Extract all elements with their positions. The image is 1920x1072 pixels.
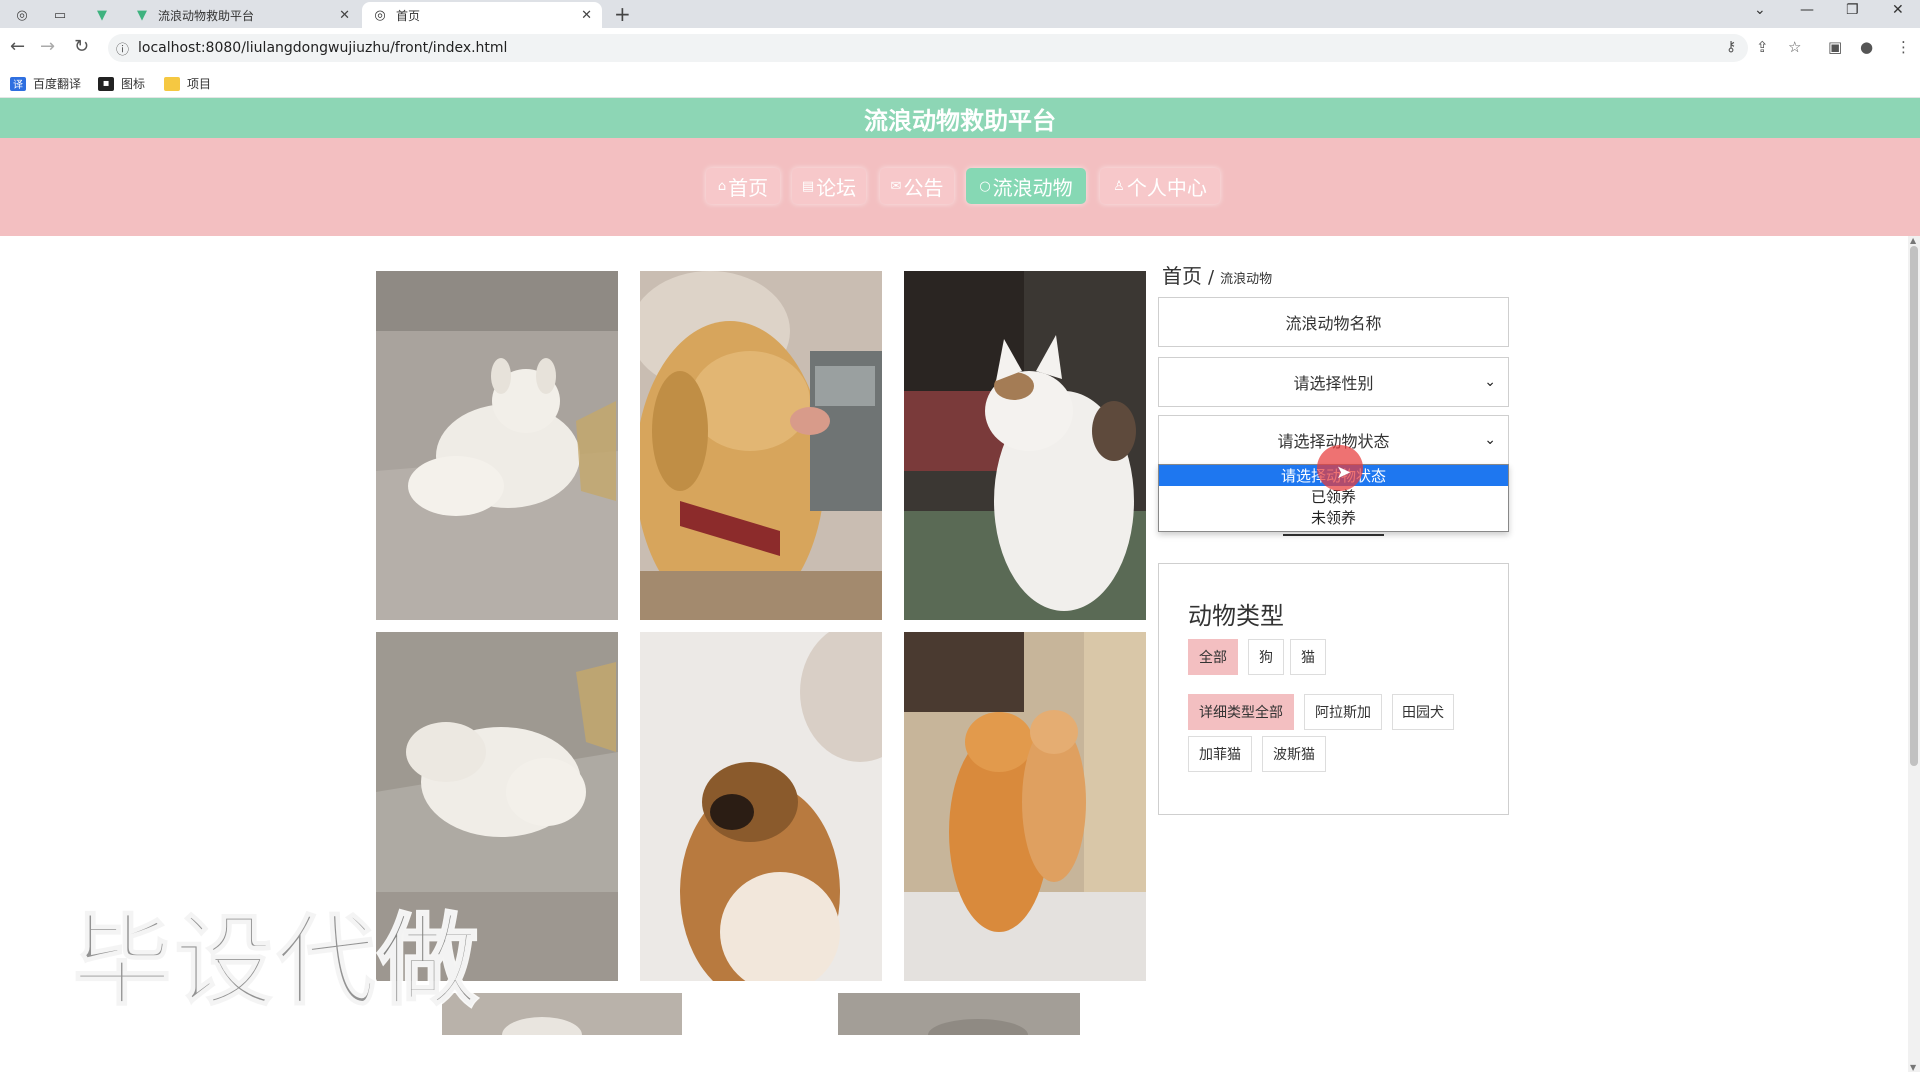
- animal-name-placeholder: 流浪动物名称: [1285, 314, 1382, 333]
- animal-photo-pekingese[interactable]: [640, 632, 882, 981]
- main-nav: ⌂ 首页 ▤ 论坛 ✉ 公告 ○ 流浪动物 ♙ 个人中心: [0, 138, 1920, 236]
- browser-tab-1[interactable]: ▼ 流浪动物救助平台 ✕: [124, 2, 360, 28]
- breadcrumb-current: 流浪动物: [1220, 272, 1273, 287]
- menu-icon[interactable]: ⋮: [1896, 38, 1911, 56]
- mail-icon: ✉: [890, 178, 902, 194]
- star-icon[interactable]: ☆: [1788, 38, 1801, 56]
- type-chip-cat[interactable]: 猫: [1290, 639, 1326, 675]
- back-icon[interactable]: ←: [10, 36, 25, 57]
- image-icon: ▪: [98, 76, 114, 91]
- nav-forum[interactable]: ▤ 论坛: [792, 168, 866, 204]
- site-title: 流浪动物救助平台: [864, 106, 1056, 135]
- tab-title: 流浪动物救助平台: [158, 8, 255, 23]
- browser-tab-2[interactable]: ◎ 首页 ✕: [362, 2, 602, 28]
- key-icon[interactable]: ⚷: [1726, 39, 1736, 55]
- window-close-icon[interactable]: ✕: [1892, 2, 1904, 18]
- tab-search-icon[interactable]: ⌄: [1754, 2, 1766, 18]
- underline-divider: [1283, 534, 1384, 536]
- globe-icon: ◎: [374, 7, 386, 23]
- gender-select[interactable]: 请选择性别 ⌄: [1158, 357, 1509, 407]
- gender-select-value: 请选择性别: [1293, 374, 1374, 393]
- paw-icon: ○: [979, 178, 991, 194]
- address-bar[interactable]: ⓘ localhost:8080/liulangdongwujiuzhu/fro…: [108, 34, 1748, 62]
- detail-chip-garfield[interactable]: 加菲猫: [1188, 736, 1252, 772]
- site-header: 流浪动物救助平台: [0, 98, 1920, 138]
- detail-chip-persian[interactable]: 波斯猫: [1262, 736, 1326, 772]
- nav-stray-animals[interactable]: ○ 流浪动物: [966, 168, 1086, 204]
- user-icon: ♙: [1113, 178, 1125, 194]
- scroll-down-icon[interactable]: ▼: [1910, 1063, 1916, 1072]
- pinned-tab-globe-icon[interactable]: ◎: [8, 4, 36, 26]
- browser-toolbar: ← → ↻ ⓘ localhost:8080/liulangdongwujiuz…: [0, 28, 1920, 68]
- forward-icon[interactable]: →: [40, 36, 55, 57]
- bookmark-project[interactable]: 项目: [164, 75, 211, 92]
- pinned-tab-blank-icon[interactable]: ▭: [46, 4, 74, 26]
- detail-chip-all[interactable]: 详细类型全部: [1188, 694, 1294, 730]
- page-scrollbar[interactable]: ▲ ▼: [1908, 236, 1920, 1072]
- reload-icon[interactable]: ↻: [74, 36, 89, 57]
- new-tab-button[interactable]: +: [614, 2, 631, 26]
- status-option[interactable]: 未领养: [1159, 507, 1508, 528]
- animal-photo-orange-cats[interactable]: [904, 632, 1146, 981]
- watermark-text: 毕设代做: [71, 902, 480, 1022]
- detail-chip-rural-dog[interactable]: 田园犬: [1392, 694, 1454, 730]
- side-panel-icon[interactable]: ▣: [1828, 38, 1842, 56]
- detail-chip-alaskan[interactable]: 阿拉斯加: [1304, 694, 1382, 730]
- home-icon: ⌂: [717, 178, 727, 194]
- chevron-down-icon: ⌄: [1484, 432, 1496, 448]
- breadcrumb: 首页 / 流浪动物: [1162, 260, 1272, 289]
- minimize-icon[interactable]: —: [1800, 2, 1814, 18]
- chevron-down-icon: ⌄: [1484, 374, 1496, 390]
- share-icon[interactable]: ⇪: [1756, 38, 1769, 56]
- nav-personal-center[interactable]: ♙ 个人中心: [1100, 168, 1220, 204]
- folder-icon: [164, 76, 180, 91]
- browser-tabstrip: ◎ ▭ ▼ ▼ 流浪动物救助平台 ✕ ◎ 首页 ✕ + ⌄ — ❐ ✕: [0, 0, 1920, 28]
- bookmarks-bar: 译 百度翻译 ▪ 图标 项目: [0, 68, 1920, 98]
- restore-icon[interactable]: ❐: [1846, 2, 1859, 18]
- translate-icon: 译: [10, 76, 26, 91]
- scrollbar-thumb[interactable]: [1910, 246, 1918, 766]
- nav-notice[interactable]: ✉ 公告: [880, 168, 954, 204]
- profile-icon[interactable]: ●: [1860, 38, 1873, 56]
- animal-photo-white-cat[interactable]: [904, 271, 1146, 620]
- info-icon[interactable]: ⓘ: [116, 39, 129, 58]
- animal-name-input[interactable]: 流浪动物名称: [1158, 297, 1509, 347]
- close-icon[interactable]: ✕: [581, 8, 592, 23]
- tab-title: 首页: [396, 8, 421, 23]
- forum-icon: ▤: [801, 178, 815, 194]
- scroll-up-icon[interactable]: ▲: [1910, 236, 1916, 245]
- url-text[interactable]: localhost:8080/liulangdongwujiuzhu/front…: [138, 40, 507, 56]
- close-icon[interactable]: ✕: [339, 8, 350, 23]
- page-content: 流浪动物救助平台 ⌂ 首页 ▤ 论坛 ✉ 公告 ○ 流浪动物 ♙ 个人中心 首页…: [0, 98, 1920, 1072]
- nav-home[interactable]: ⌂ 首页: [706, 168, 780, 204]
- type-chip-all[interactable]: 全部: [1188, 639, 1238, 675]
- animal-photo-partial-2[interactable]: [838, 993, 1080, 1035]
- animal-type-card: 动物类型 全部 狗 猫 详细类型全部 阿拉斯加 田园犬 加菲猫 波斯猫: [1158, 563, 1509, 815]
- vue-logo-icon: ▼: [137, 7, 147, 23]
- mouse-pointer-icon: ➤: [1336, 462, 1352, 483]
- breadcrumb-home[interactable]: 首页: [1162, 260, 1202, 289]
- type-chip-dog[interactable]: 狗: [1248, 639, 1284, 675]
- bookmark-icons[interactable]: ▪ 图标: [98, 75, 145, 92]
- breadcrumb-separator: /: [1208, 267, 1215, 288]
- animal-photo-golden-retriever[interactable]: [640, 271, 882, 620]
- animal-type-title: 动物类型: [1188, 602, 1284, 630]
- animal-photo-white-puppy-lying[interactable]: [376, 271, 618, 620]
- bookmark-translate[interactable]: 译 百度翻译: [10, 75, 81, 92]
- pinned-tab-vue-icon[interactable]: ▼: [88, 4, 116, 26]
